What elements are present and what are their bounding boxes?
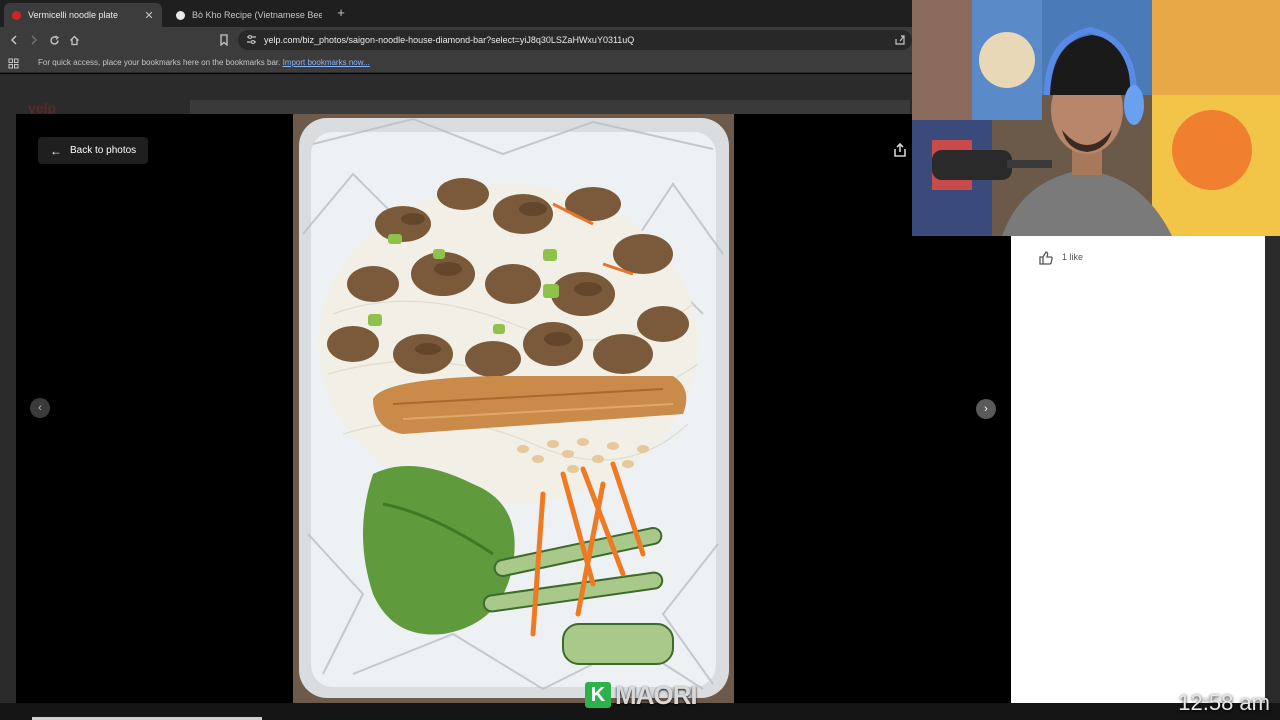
stream-clock: 12:58 am — [1178, 690, 1270, 715]
watermark-text: MAORI — [615, 679, 698, 710]
apps-grid-icon[interactable] — [8, 58, 19, 69]
streamer-watermark: K MAORI — [585, 679, 698, 710]
share-photo-icon[interactable] — [888, 138, 912, 162]
webcam-overlay — [912, 0, 1280, 236]
thumbs-up-icon[interactable] — [1038, 250, 1054, 266]
tab-title: Vermicelli noodle plate — [28, 10, 119, 20]
chevron-right-icon: › — [984, 403, 988, 415]
tab-bo-kho[interactable]: Bò Kho Recipe (Vietnamese Beef Ste... — [168, 3, 330, 27]
arrow-left-icon: ← — [50, 143, 62, 158]
home-icon[interactable] — [66, 32, 82, 48]
tab-title: Bò Kho Recipe (Vietnamese Beef Ste... — [192, 10, 322, 20]
food-photo — [293, 114, 734, 703]
close-tab-icon[interactable]: ✕ — [144, 9, 154, 22]
yelp-favicon-icon — [12, 10, 21, 20]
browser-tab-bar: Vermicelli noodle plate ✕ Bò Kho Recipe … — [0, 0, 912, 27]
reload-icon[interactable] — [46, 32, 62, 48]
like-count-label: 1 like — [1062, 252, 1084, 262]
site-info-icon[interactable] — [246, 34, 257, 45]
site-favicon-icon — [176, 10, 185, 20]
new-tab-plus-icon[interactable]: + — [334, 5, 348, 20]
back-to-photos-button[interactable]: ← Back to photos — [38, 137, 148, 164]
bookmarks-bar: For quick access, place your bookmarks h… — [0, 53, 912, 73]
back-nav-icon[interactable] — [6, 32, 22, 48]
page-search-bar — [190, 100, 910, 114]
chevron-left-icon: ‹ — [38, 402, 42, 414]
forward-nav-icon[interactable] — [26, 32, 42, 48]
tab-vermicelli[interactable]: Vermicelli noodle plate ✕ — [4, 3, 162, 27]
import-bookmarks-link[interactable]: Import bookmarks now... — [283, 58, 370, 67]
next-photo-button[interactable]: › — [976, 399, 996, 419]
browser-toolbar: yelp.com/biz_photos/saigon-noodle-house-… — [0, 27, 912, 53]
share-page-icon[interactable] — [894, 34, 906, 46]
photo-info-panel — [1011, 236, 1265, 703]
bookmark-star-icon[interactable] — [216, 32, 232, 48]
back-to-photos-label: Back to photos — [70, 145, 137, 156]
watermark-logo-icon: K — [585, 682, 611, 708]
bookmarks-hint: For quick access, place your bookmarks h… — [38, 58, 281, 67]
address-bar[interactable]: yelp.com/biz_photos/saigon-noodle-house-… — [238, 30, 912, 50]
previous-photo-button[interactable]: ‹ — [30, 398, 50, 418]
bookmarks-message: For quick access, place your bookmarks h… — [38, 58, 370, 67]
url-text: yelp.com/biz_photos/saigon-noodle-house-… — [264, 35, 635, 45]
